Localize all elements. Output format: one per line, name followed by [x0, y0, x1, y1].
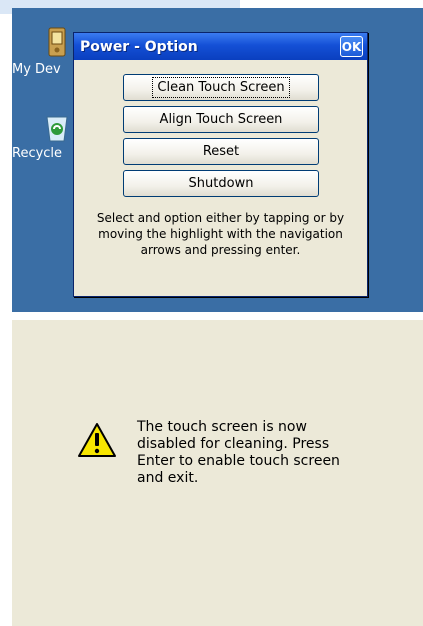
desktop-icon-recycle-bin[interactable]: Recycle — [12, 110, 74, 161]
desktop-icon-label: My Dev — [12, 62, 61, 77]
cleaning-panel: The touch screen is now disabled for cle… — [12, 320, 423, 626]
align-touch-screen-button[interactable]: Align Touch Screen — [123, 106, 319, 133]
button-label: Align Touch Screen — [159, 112, 283, 127]
power-option-dialog: Power - Option OK Clean Touch Screen Ali… — [73, 32, 368, 297]
desktop-icon-my-device[interactable]: My Dev — [12, 26, 74, 77]
desktop-icon-label: Recycle — [12, 146, 63, 161]
shutdown-button[interactable]: Shutdown — [123, 170, 319, 197]
my-device-icon — [48, 27, 66, 57]
button-label: Shutdown — [188, 176, 254, 191]
recycle-bin-icon — [46, 116, 68, 142]
dialog-instructions: Select and option either by tapping or b… — [96, 211, 345, 257]
cleaning-message: The touch screen is now disabled for cle… — [137, 419, 340, 486]
reset-button[interactable]: Reset — [123, 138, 319, 165]
ok-button[interactable]: OK — [340, 36, 363, 57]
button-label: Clean Touch Screen — [152, 77, 290, 98]
dialog-title: Power - Option — [80, 38, 198, 55]
button-label: Reset — [202, 144, 240, 159]
dialog-titlebar: Power - Option OK — [74, 33, 367, 60]
clean-touch-screen-button[interactable]: Clean Touch Screen — [123, 74, 319, 101]
warning-icon — [78, 423, 116, 457]
option-buttons: Clean Touch Screen Align Touch Screen Re… — [123, 74, 319, 202]
